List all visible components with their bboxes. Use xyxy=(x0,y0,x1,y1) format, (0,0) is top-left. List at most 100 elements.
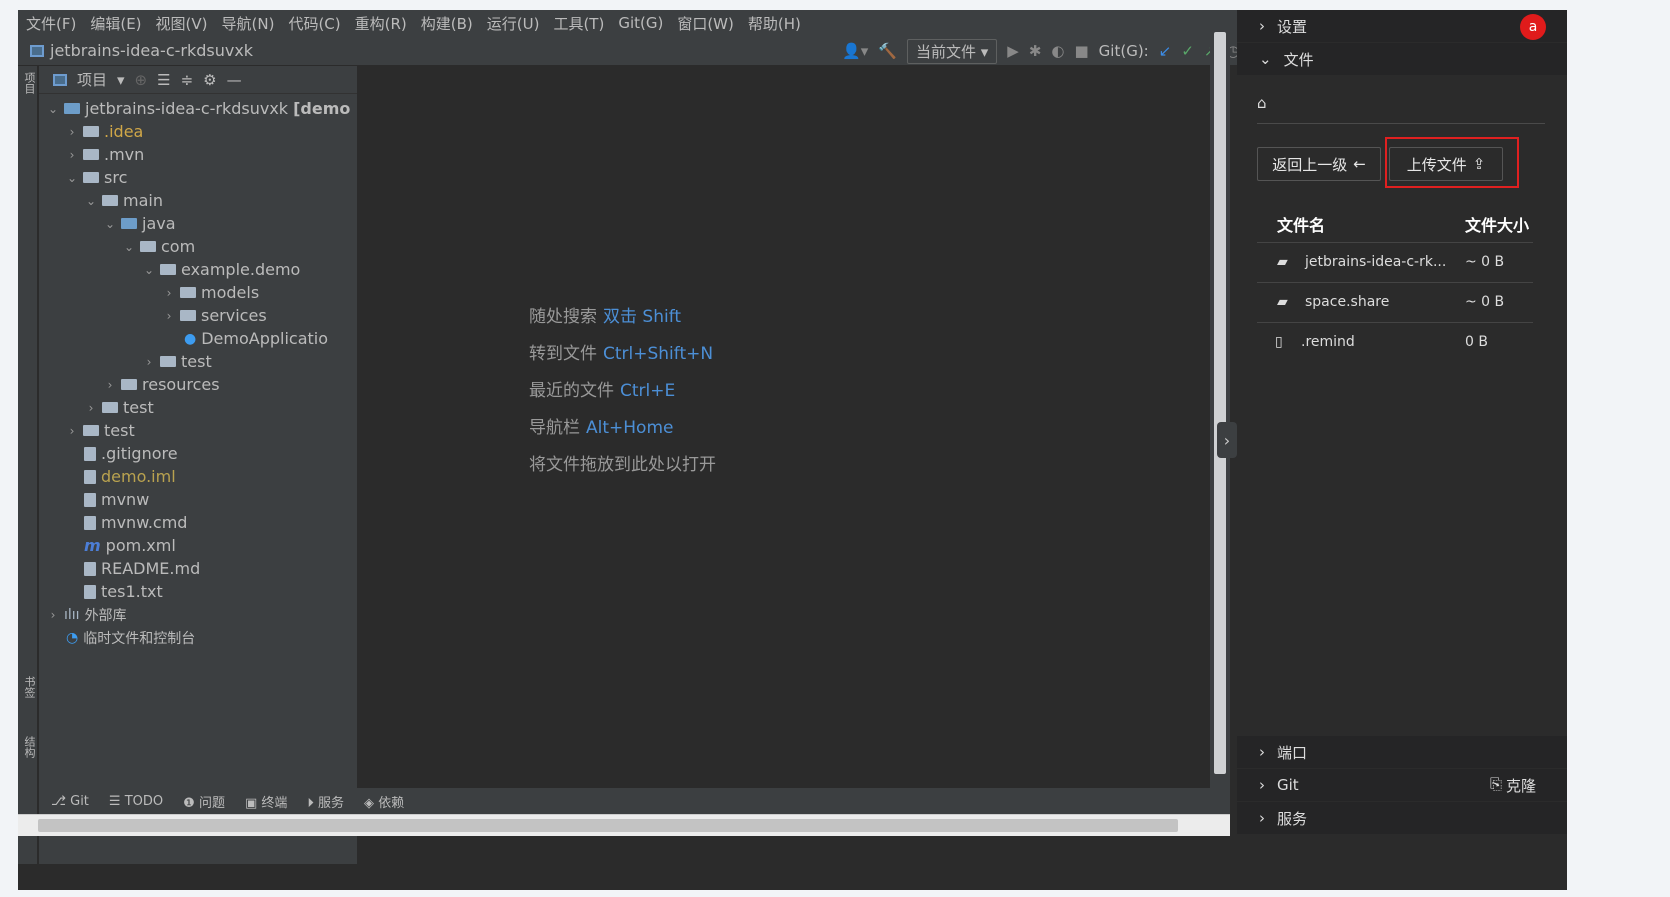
editor-empty-area[interactable]: 随处搜索 双击 Shift 转到文件 Ctrl+Shift+N 最近的文件 Ctrl+… xyxy=(357,66,1210,864)
tree-item-pom-xml[interactable]: m pom.xml xyxy=(84,534,176,557)
tab-terminal[interactable]: ▣ 终端 xyxy=(245,792,287,811)
chevron-right-icon[interactable]: › xyxy=(163,309,175,323)
tree-item-models[interactable]: › models xyxy=(163,281,260,304)
tree-item-tes1-txt[interactable]: tes1.txt xyxy=(84,580,163,603)
git-commit-icon[interactable]: ✓ xyxy=(1181,42,1194,60)
tree-item-com[interactable]: ⌄ com xyxy=(123,235,195,258)
chevron-right-icon[interactable]: › xyxy=(163,286,175,300)
hide-panel-icon[interactable]: — xyxy=(227,71,242,89)
tree-item-main[interactable]: ⌄ main xyxy=(85,189,163,212)
coverage-icon[interactable]: ◐ xyxy=(1051,42,1064,60)
tree-item-external-libraries[interactable]: › ılıı 外部库 xyxy=(47,603,127,626)
build-hammer-icon[interactable]: 🔨 xyxy=(878,42,897,60)
project-title[interactable]: jetbrains-idea-c-rkdsuvxk xyxy=(30,41,253,60)
chevron-right-icon[interactable]: › xyxy=(66,148,78,162)
chevron-right-icon[interactable]: › xyxy=(47,608,59,622)
file-row[interactable]: ▰ jetbrains-idea-c-rk... ~ 0 B xyxy=(1257,242,1533,282)
section-settings[interactable]: › 设置 xyxy=(1237,10,1567,42)
tree-item-label: mvnw xyxy=(101,490,150,509)
tree-item-mvn[interactable]: › .mvn xyxy=(66,143,145,166)
tab-dependencies[interactable]: ◈ 依赖 xyxy=(364,792,404,811)
hint-text: 将文件拖放到此处以打开 xyxy=(529,455,716,475)
menu-run[interactable]: 运行(U) xyxy=(487,13,540,34)
menu-help[interactable]: 帮助(H) xyxy=(748,13,801,34)
tree-item-java[interactable]: ⌄ java xyxy=(104,212,176,235)
screen: 文件(F) 编辑(E) 视图(V) 导航(N) 代码(C) 重构(R) 构建(B… xyxy=(0,0,1670,897)
structure-tool-tab[interactable]: 结构 xyxy=(21,736,37,758)
chevron-down-icon[interactable]: ⌄ xyxy=(143,263,155,277)
vertical-scrollbar-thumb[interactable] xyxy=(1214,32,1226,774)
options-gear-icon[interactable]: ⚙ xyxy=(203,71,216,89)
collapse-all-icon[interactable]: ≑ xyxy=(181,71,194,89)
tree-item-demo-application[interactable]: ● DemoApplicatio xyxy=(184,327,328,350)
tree-item-test[interactable]: › test xyxy=(66,419,135,442)
project-tool-tab[interactable]: 项目 xyxy=(21,72,37,94)
hint-shortcut: Alt+Home xyxy=(586,418,674,438)
menu-edit[interactable]: 编辑(E) xyxy=(90,13,141,34)
chevron-down-icon[interactable]: ▾ xyxy=(117,71,125,89)
menu-git[interactable]: Git(G) xyxy=(618,14,663,32)
tree-item-src[interactable]: ⌄ src xyxy=(66,166,127,189)
tree-item-resources[interactable]: › resources xyxy=(104,373,220,396)
expand-all-icon[interactable]: ☰ xyxy=(157,71,170,89)
chevron-right-icon[interactable]: › xyxy=(85,401,97,415)
user-icon[interactable]: 👤▾ xyxy=(842,42,868,60)
menu-tools[interactable]: 工具(T) xyxy=(553,13,604,34)
section-git[interactable]: › Git ⎘ 克隆 xyxy=(1237,769,1567,801)
section-ports[interactable]: › 端口 xyxy=(1237,736,1567,768)
tab-todo[interactable]: ☰ TODO xyxy=(109,794,163,809)
back-up-button[interactable]: 返回上一级 ← xyxy=(1257,147,1381,181)
menu-view[interactable]: 视图(V) xyxy=(156,13,208,34)
horizontal-scrollbar[interactable] xyxy=(18,814,1230,836)
chevron-down-icon[interactable]: ⌄ xyxy=(123,240,135,254)
folder-icon xyxy=(83,425,99,436)
tree-item-test-package[interactable]: › test xyxy=(143,350,212,373)
project-view-selector[interactable]: 项目 xyxy=(77,69,107,90)
vertical-scrollbar[interactable] xyxy=(1210,10,1230,814)
tab-problems[interactable]: ❶ 问题 xyxy=(183,792,225,811)
tree-item-example-demo[interactable]: ⌄ example.demo xyxy=(143,258,300,281)
chevron-down-icon[interactable]: ⌄ xyxy=(66,171,78,185)
chevron-down-icon[interactable]: ⌄ xyxy=(85,194,97,208)
tree-item-src-test[interactable]: › test xyxy=(85,396,154,419)
tree-item-gitignore[interactable]: .gitignore xyxy=(84,442,178,465)
tree-item-readme[interactable]: README.md xyxy=(84,557,200,580)
section-files[interactable]: ⌄ 文件 xyxy=(1237,43,1567,75)
bookmarks-tool-tab[interactable]: 书签 xyxy=(21,676,37,698)
chevron-down-icon[interactable]: ⌄ xyxy=(104,217,116,231)
section-services[interactable]: › 服务 xyxy=(1237,802,1567,834)
avatar[interactable]: a xyxy=(1520,14,1546,40)
chevron-right-icon[interactable]: › xyxy=(66,424,78,438)
home-icon[interactable]: ⌂ xyxy=(1257,94,1267,112)
debug-icon[interactable]: ✱ xyxy=(1029,42,1042,60)
chevron-right-icon[interactable]: › xyxy=(66,125,78,139)
menu-refactor[interactable]: 重构(R) xyxy=(355,13,407,34)
menu-navigate[interactable]: 导航(N) xyxy=(222,13,275,34)
locate-icon[interactable]: ⊕ xyxy=(135,71,148,89)
tree-item-scratches[interactable]: ◔ 临时文件和控制台 xyxy=(66,626,195,649)
git-update-icon[interactable]: ↙ xyxy=(1159,42,1172,60)
tree-item-idea[interactable]: › .idea xyxy=(66,120,144,143)
chevron-down-icon[interactable]: ⌄ xyxy=(47,102,59,116)
tree-item-services[interactable]: › services xyxy=(163,304,267,327)
run-config-select[interactable]: 当前文件 ▾ xyxy=(906,38,998,64)
chevron-right-icon[interactable]: › xyxy=(104,378,116,392)
chevron-right-icon[interactable]: › xyxy=(143,355,155,369)
menu-file[interactable]: 文件(F) xyxy=(26,13,76,34)
horizontal-scrollbar-thumb[interactable] xyxy=(38,819,1178,832)
tree-item-demo-iml[interactable]: demo.iml xyxy=(84,465,176,488)
stop-icon[interactable]: ■ xyxy=(1074,42,1088,60)
menu-code[interactable]: 代码(C) xyxy=(288,13,340,34)
file-row[interactable]: ▯ .remind 0 B xyxy=(1257,322,1533,362)
tab-services[interactable]: ⏵ 服务 xyxy=(307,792,344,811)
tree-item-mvnw[interactable]: mvnw xyxy=(84,488,149,511)
tree-item-mvnw-cmd[interactable]: mvnw.cmd xyxy=(84,511,187,534)
file-row[interactable]: ▰ space.share ~ 0 B xyxy=(1257,282,1533,322)
tab-git[interactable]: ⎇ Git xyxy=(51,794,89,809)
menu-window[interactable]: 窗口(W) xyxy=(677,13,734,34)
menu-build[interactable]: 构建(B) xyxy=(421,13,473,34)
run-icon[interactable]: ▶ xyxy=(1007,42,1019,60)
toggle-side-panel-button[interactable]: › xyxy=(1217,422,1237,458)
tree-item-root[interactable]: ⌄ jetbrains-idea-c-rkdsuvxk [demo xyxy=(47,97,350,120)
clone-button[interactable]: ⎘ 克隆 xyxy=(1490,775,1536,796)
